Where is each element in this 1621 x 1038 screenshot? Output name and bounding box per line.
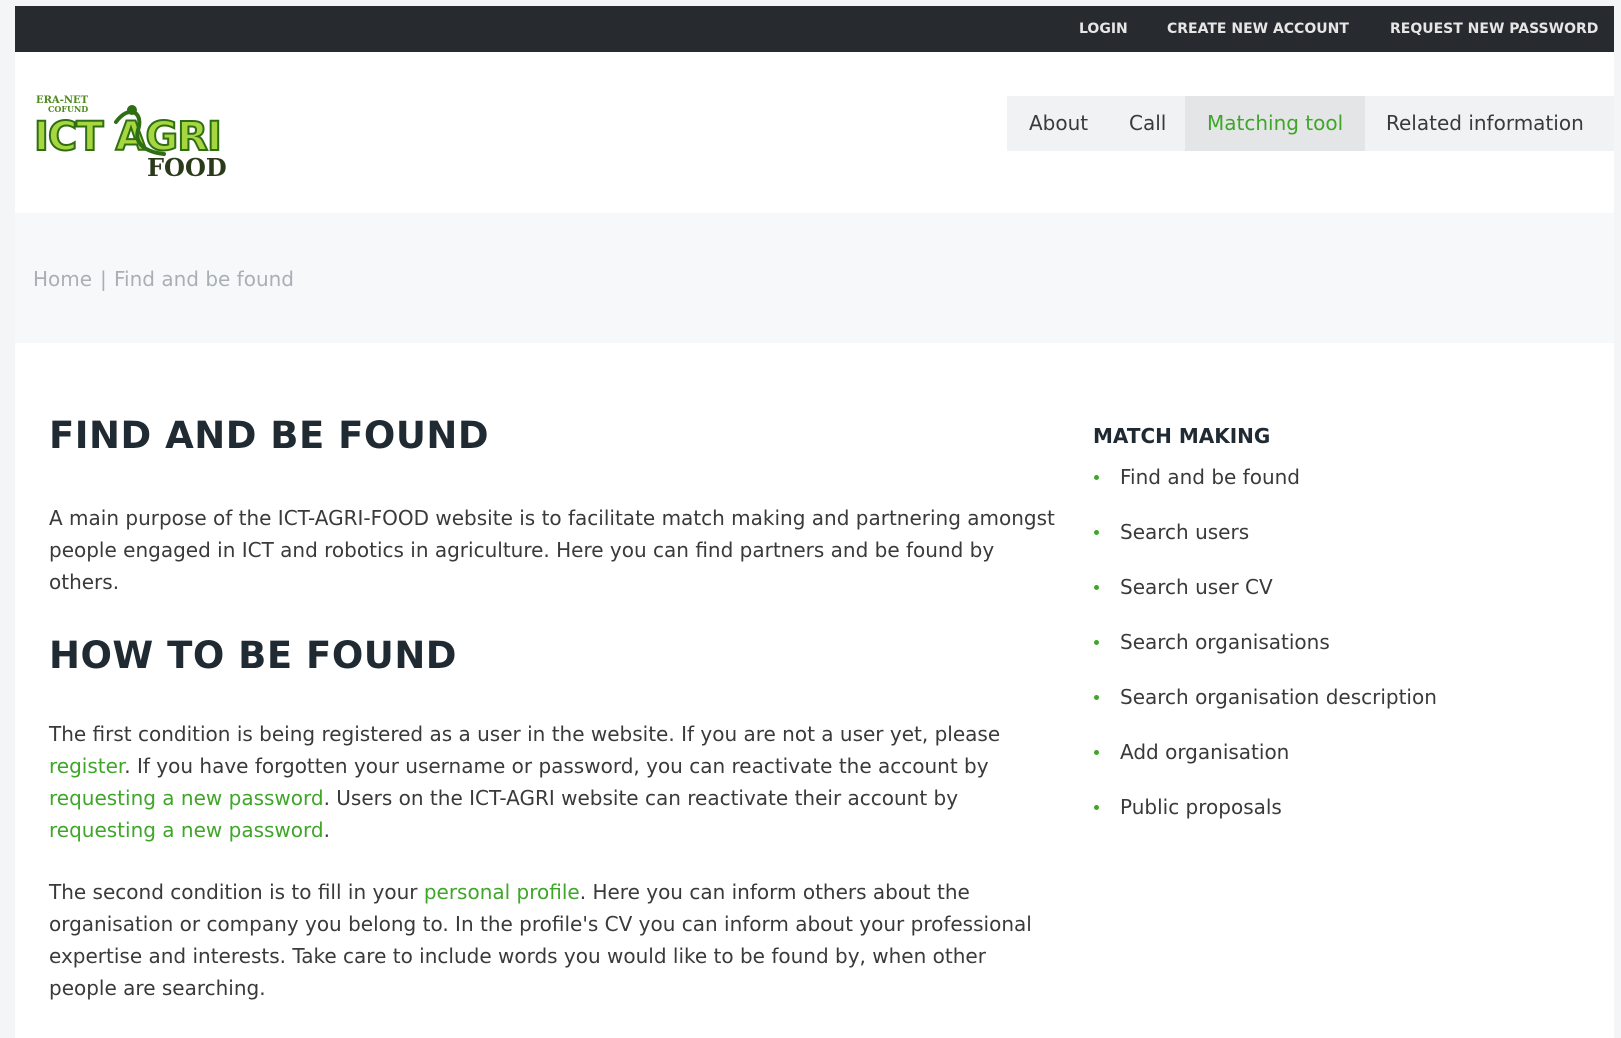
- intro-paragraph: A main purpose of the ICT-AGRI-FOOD webs…: [49, 506, 1055, 594]
- section-title: HOW TO BE FOUND: [49, 634, 457, 677]
- sidebar-menu: Find and be found Search users Search us…: [1093, 462, 1437, 847]
- sidebar-item-find-and-be-found[interactable]: Find and be found: [1093, 462, 1437, 517]
- logo-food-text: FOOD: [147, 153, 227, 182]
- register-link[interactable]: register: [49, 754, 124, 778]
- sidebar-item-public-proposals[interactable]: Public proposals: [1093, 792, 1437, 847]
- sidebar-item-label[interactable]: Search user CV: [1120, 575, 1273, 599]
- registration-text-4: .: [323, 818, 330, 842]
- sidebar-item-label[interactable]: Add organisation: [1120, 740, 1289, 764]
- registration-text-3: . Users on the ICT-AGRI website can reac…: [323, 786, 959, 810]
- registration-text-2: . If you have forgotten your username or…: [124, 754, 989, 778]
- registration-paragraph: The first condition is being registered …: [49, 718, 1059, 846]
- nav-about[interactable]: About: [1007, 96, 1113, 151]
- nav-call[interactable]: Call: [1113, 96, 1185, 151]
- sidebar-title: MATCH MAKING: [1093, 424, 1271, 448]
- logo-dot: [127, 105, 137, 115]
- page-title: FIND AND BE FOUND: [49, 414, 490, 457]
- profile-text-1: The second condition is to fill in your: [49, 880, 424, 904]
- sidebar-item-label[interactable]: Search organisations: [1120, 630, 1330, 654]
- bullet-icon: [1094, 585, 1099, 590]
- sidebar-item-search-organisations[interactable]: Search organisations: [1093, 627, 1437, 682]
- request-password-link[interactable]: REQUEST NEW PASSWORD: [1390, 21, 1598, 37]
- breadcrumb-separator: |: [100, 267, 107, 291]
- sidebar-item-add-organisation[interactable]: Add organisation: [1093, 737, 1437, 792]
- sidebar-item-label[interactable]: Public proposals: [1120, 795, 1282, 819]
- site-logo[interactable]: ERA-NET COFUND ICT AGRI FOOD: [33, 92, 239, 182]
- sidebar-item-search-user-cv[interactable]: Search user CV: [1093, 572, 1437, 627]
- bullet-icon: [1094, 695, 1099, 700]
- sidebar-item-search-users[interactable]: Search users: [1093, 517, 1437, 572]
- bullet-icon: [1094, 805, 1099, 810]
- nav-related-information[interactable]: Related information: [1365, 96, 1614, 151]
- bullet-icon: [1094, 640, 1099, 645]
- sidebar-item-label[interactable]: Search users: [1120, 520, 1249, 544]
- main-nav: About Call Matching tool Related informa…: [1007, 96, 1614, 151]
- bullet-icon: [1094, 475, 1099, 480]
- bullet-icon: [1094, 750, 1099, 755]
- bullet-icon: [1094, 530, 1099, 535]
- request-password-link-2[interactable]: requesting a new password: [49, 818, 324, 842]
- personal-profile-link[interactable]: personal profile: [424, 880, 580, 904]
- request-password-link-1[interactable]: requesting a new password: [49, 786, 324, 810]
- nav-matching-tool[interactable]: Matching tool: [1185, 96, 1365, 151]
- breadcrumb: Home | Find and be found: [15, 213, 1614, 343]
- profile-paragraph: The second condition is to fill in your …: [49, 876, 1059, 1004]
- sidebar-item-label[interactable]: Find and be found: [1120, 465, 1300, 489]
- page: LOGIN CREATE NEW ACCOUNT REQUEST NEW PAS…: [15, 6, 1614, 1038]
- breadcrumb-home[interactable]: Home: [33, 267, 92, 291]
- top-utility-bar: LOGIN CREATE NEW ACCOUNT REQUEST NEW PAS…: [15, 6, 1614, 52]
- logo-cofund-text: COFUND: [48, 104, 88, 114]
- registration-text-1: The first condition is being registered …: [49, 722, 1001, 746]
- sidebar-item-search-organisation-description[interactable]: Search organisation description: [1093, 682, 1437, 737]
- create-account-link[interactable]: CREATE NEW ACCOUNT: [1167, 21, 1349, 37]
- sidebar-item-label[interactable]: Search organisation description: [1120, 685, 1437, 709]
- login-link[interactable]: LOGIN: [1079, 21, 1128, 37]
- ict-agri-food-logo: ERA-NET COFUND ICT AGRI FOOD: [33, 95, 227, 182]
- breadcrumb-current: Find and be found: [114, 267, 294, 291]
